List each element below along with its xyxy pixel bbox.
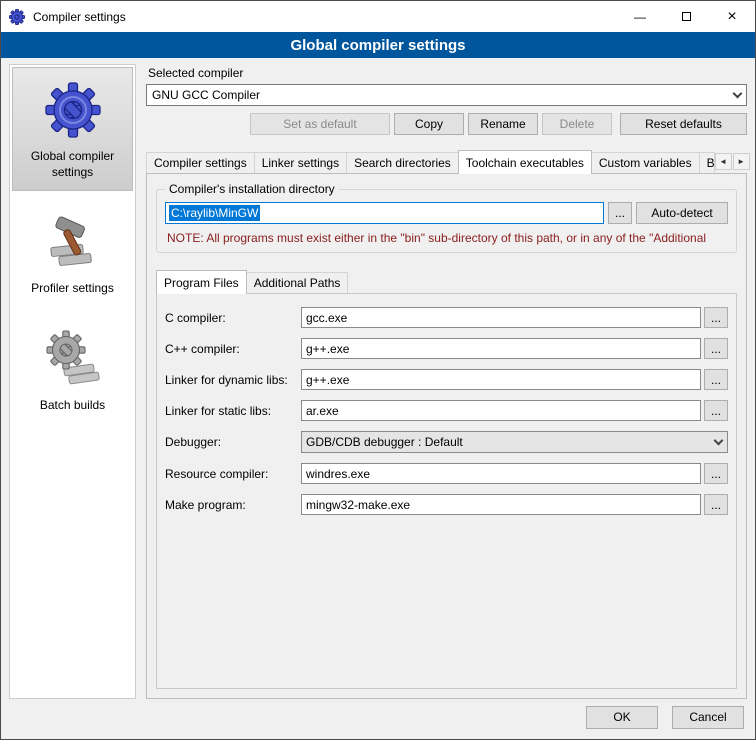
delete-button[interactable]: Delete	[542, 113, 612, 135]
field-row-dynamic-linker: Linker for dynamic libs: g++.exe ...	[165, 369, 728, 390]
sidebar-item-label: Batch builds	[40, 398, 105, 414]
static-linker-input[interactable]: ar.exe	[301, 400, 701, 421]
reset-defaults-button[interactable]: Reset defaults	[620, 113, 747, 135]
blue-gear-icon	[44, 81, 102, 139]
set-as-default-button[interactable]: Set as default	[250, 113, 390, 135]
close-icon: ×	[727, 8, 736, 26]
browse-button[interactable]: ...	[704, 307, 728, 328]
compiler-select[interactable]: GNU GCC Compiler	[146, 84, 747, 106]
field-row-cpp-compiler: C++ compiler: g++.exe ...	[165, 338, 728, 359]
window-title: Compiler settings	[33, 10, 126, 24]
maximize-button[interactable]	[663, 1, 709, 32]
field-label: Linker for static libs:	[165, 404, 301, 418]
tab-search-directories[interactable]: Search directories	[346, 152, 459, 173]
field-value: GDB/CDB debugger : Default	[306, 435, 463, 449]
browse-button[interactable]: ...	[704, 463, 728, 484]
arrow-right-icon: ►	[737, 157, 745, 166]
browse-button[interactable]: ...	[704, 338, 728, 359]
installation-directory-legend: Compiler's installation directory	[165, 182, 339, 196]
directory-browse-button[interactable]: ...	[608, 202, 632, 224]
tab-custom-variables[interactable]: Custom variables	[591, 152, 700, 173]
app-icon	[9, 9, 25, 25]
tab-additional-paths[interactable]: Additional Paths	[246, 272, 349, 293]
profiler-hammer-icon	[44, 213, 102, 271]
field-value: g++.exe	[306, 342, 349, 356]
minimize-button[interactable]: —	[617, 1, 663, 32]
browse-button[interactable]: ...	[704, 369, 728, 390]
dialog-content: Global compiler settings Profiler settin…	[1, 58, 755, 703]
field-label: Linker for dynamic libs:	[165, 373, 301, 387]
field-value: mingw32-make.exe	[306, 498, 410, 512]
cancel-button[interactable]: Cancel	[672, 706, 744, 729]
field-label: Debugger:	[165, 435, 301, 449]
field-row-static-linker: Linker for static libs: ar.exe ...	[165, 400, 728, 421]
sidebar-item-label: Profiler settings	[31, 281, 114, 297]
field-row-debugger: Debugger: GDB/CDB debugger : Default	[165, 431, 728, 453]
titlebar: Compiler settings — ×	[1, 1, 755, 32]
rename-button[interactable]: Rename	[468, 113, 538, 135]
dynamic-linker-input[interactable]: g++.exe	[301, 369, 701, 390]
ok-button[interactable]: OK	[586, 706, 658, 729]
sidebar-item-label: Global compiler settings	[16, 149, 129, 180]
compiler-select-value: GNU GCC Compiler	[152, 88, 260, 102]
field-row-resource-compiler: Resource compiler: windres.exe ...	[165, 463, 728, 484]
program-files-panel: C compiler: gcc.exe ... C++ compiler: g+…	[156, 293, 737, 689]
installation-directory-row: C:\raylib\MinGW ... Auto-detect	[165, 202, 728, 224]
field-label: C compiler:	[165, 311, 301, 325]
browse-button[interactable]: ...	[704, 494, 728, 515]
sidebar-item-global-compiler-settings[interactable]: Global compiler settings	[12, 67, 133, 191]
dialog-header: Global compiler settings	[1, 32, 755, 58]
compiler-settings-dialog: Compiler settings — × Global compiler se…	[0, 0, 756, 740]
tab-scroll-arrows: ◄ ►	[715, 153, 750, 173]
chevron-down-icon	[728, 85, 746, 105]
tab-scroll-left-button[interactable]: ◄	[715, 153, 732, 170]
dialog-header-title: Global compiler settings	[290, 37, 465, 54]
make-program-input[interactable]: mingw32-make.exe	[301, 494, 701, 515]
field-value: ar.exe	[306, 404, 339, 418]
caption-buttons: — ×	[617, 1, 755, 32]
field-label: Resource compiler:	[165, 467, 301, 481]
tab-scroll-right-button[interactable]: ►	[733, 153, 750, 170]
debugger-select[interactable]: GDB/CDB debugger : Default	[301, 431, 728, 453]
maximize-icon	[682, 12, 691, 21]
sidebar-item-batch-builds[interactable]: Batch builds	[12, 316, 133, 425]
settings-sidebar: Global compiler settings Profiler settin…	[9, 64, 136, 699]
main-area: Selected compiler GNU GCC Compiler Set a…	[146, 64, 747, 699]
tab-build-options[interactable]: Buil	[699, 152, 715, 173]
tab-toolchain-executables[interactable]: Toolchain executables	[458, 150, 592, 174]
cpp-compiler-input[interactable]: g++.exe	[301, 338, 701, 359]
program-tabs: Program Files Additional Paths	[156, 269, 737, 293]
auto-detect-button[interactable]: Auto-detect	[636, 202, 728, 224]
c-compiler-input[interactable]: gcc.exe	[301, 307, 701, 328]
minimize-icon: —	[634, 10, 646, 24]
field-value: g++.exe	[306, 373, 349, 387]
close-button[interactable]: ×	[709, 1, 755, 32]
tab-linker-settings[interactable]: Linker settings	[254, 152, 347, 173]
tab-program-files[interactable]: Program Files	[156, 270, 247, 294]
installation-directory-input[interactable]: C:\raylib\MinGW	[165, 202, 604, 224]
dialog-footer: OK Cancel	[1, 703, 755, 739]
directory-note: NOTE: All programs must exist either in …	[167, 231, 728, 245]
field-label: Make program:	[165, 498, 301, 512]
sidebar-item-profiler-settings[interactable]: Profiler settings	[12, 199, 133, 308]
selected-compiler-label: Selected compiler	[148, 66, 747, 80]
gray-gear-stack-icon	[44, 330, 102, 388]
installation-directory-group: Compiler's installation directory C:\ray…	[156, 189, 737, 253]
resource-compiler-input[interactable]: windres.exe	[301, 463, 701, 484]
compiler-button-row: Set as default Copy Rename Delete Reset …	[146, 113, 747, 135]
field-row-make-program: Make program: mingw32-make.exe ...	[165, 494, 728, 515]
arrow-left-icon: ◄	[719, 157, 727, 166]
field-label: C++ compiler:	[165, 342, 301, 356]
field-row-c-compiler: C compiler: gcc.exe ...	[165, 307, 728, 328]
chevron-down-icon	[709, 432, 727, 452]
copy-button[interactable]: Copy	[394, 113, 464, 135]
field-value: gcc.exe	[306, 311, 347, 325]
selected-text: C:\raylib\MinGW	[169, 205, 260, 221]
settings-tabstrip: Compiler settings Linker settings Search…	[146, 149, 747, 173]
field-value: windres.exe	[306, 467, 370, 481]
toolchain-panel: Compiler's installation directory C:\ray…	[146, 173, 747, 699]
tab-compiler-settings[interactable]: Compiler settings	[146, 152, 255, 173]
browse-button[interactable]: ...	[704, 400, 728, 421]
